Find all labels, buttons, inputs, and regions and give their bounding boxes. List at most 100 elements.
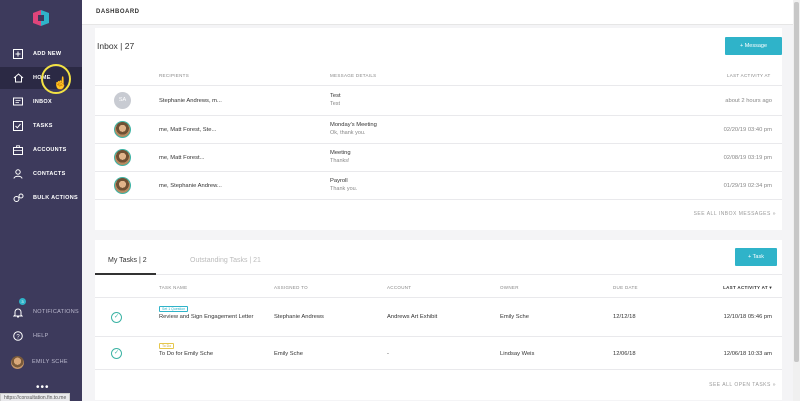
person-icon [11,167,25,181]
column-header: MESSAGE DETAILS [330,73,377,78]
sidebar-item-bulk-actions[interactable]: BULK ACTIONS [0,187,82,209]
recipients: me, Matt Forest... [159,155,205,161]
sidebar-item-notifications[interactable]: 3 NOTIFICATIONS [0,298,82,323]
recipients: me, Stephanie Andrew... [159,183,222,189]
see-all-tasks-link[interactable]: SEE ALL OPEN TASKS » [709,382,776,388]
column-header: DUE DATE [613,285,638,290]
sidebar-item-label: NOTIFICATIONS [33,309,79,315]
last-activity: 12/10/18 05:46 pm [723,314,772,320]
last-activity: 12/06/18 10:33 am [723,351,772,357]
plus-square-icon [11,47,25,61]
column-header: RECIPIENTS [159,73,190,78]
task-tag: To Do [159,343,175,349]
active-tab-indicator [95,273,156,275]
message-subject: Test [330,93,341,99]
tab-my-tasks[interactable]: My Tasks | 2 [108,257,147,264]
tasks-card: My Tasks | 2 Outstanding Tasks | 21 + Ta… [95,240,782,400]
task-tag-wrap: Set 1 Question [159,306,189,312]
recipient-avatar [114,121,131,138]
column-header: TASK NAME [159,285,188,290]
top-bar: DASHBOARD [82,0,800,25]
more-icon[interactable]: ••• [36,382,50,393]
hand-cursor-icon: ☝ [53,76,68,90]
message-subject: Monday's Meeting [330,122,377,128]
column-header: ACCOUNT [387,285,412,290]
home-icon [11,71,25,85]
task-complete-checkbox[interactable]: ✓ [111,348,122,359]
assigned-to: Emily Sche [274,351,303,357]
sidebar-item-inbox[interactable]: INBOX [0,91,82,113]
task-row[interactable]: ✓ Set 1 Question Review and Sign Engagem… [95,297,782,336]
message-preview: Thanks! [330,158,350,164]
bell-icon [11,305,25,319]
scrollbar-thumb[interactable] [794,2,799,362]
sidebar-item-help[interactable]: ? HELP [0,325,82,347]
inbox-row[interactable]: me, Matt Forest, Ste... Monday's Meeting… [95,115,782,143]
user-avatar [11,355,24,369]
task-tag-wrap: To Do [159,343,175,349]
task-name[interactable]: Review and Sign Engagement Letter [159,314,253,320]
due-date: 12/12/18 [613,314,636,320]
new-task-button[interactable]: + Task [735,248,777,266]
user-name: EMILY SCHE [32,359,68,365]
column-header: LAST ACTIVITY AT [727,73,771,78]
checkbox-icon [11,119,25,133]
briefcase-icon [11,143,25,157]
inbox-row[interactable]: SA Stephanie Andrews, m... Test Test abo… [95,85,782,115]
assigned-to: Stephanie Andrews [274,314,324,320]
owner: Emily Sche [500,314,529,320]
tab-outstanding-tasks[interactable]: Outstanding Tasks | 21 [190,257,261,264]
column-header: OWNER [500,285,519,290]
task-row[interactable]: ✓ To Do To Do for Emily Sche Emily Sche … [95,336,782,370]
sidebar-item-user[interactable]: EMILY SCHE [0,351,82,373]
help-icon: ? [11,329,25,343]
sidebar: ADD NEW HOME INBOX TASKS ACCOUNTS CONTAC… [0,0,82,401]
new-message-button[interactable]: + Message [725,37,782,55]
sidebar-item-tasks[interactable]: TASKS [0,115,82,137]
sidebar-item-label: CONTACTS [33,171,66,177]
recipient-avatar: SA [114,92,131,109]
task-complete-checkbox[interactable]: ✓ [111,312,122,323]
last-activity: 02/20/19 03:40 pm [723,127,772,133]
last-activity: about 2 hours ago [725,98,772,104]
sidebar-item-label: HELP [33,333,49,339]
inbox-row[interactable]: me, Matt Forest... Meeting Thanks! 02/08… [95,143,782,171]
message-preview: Thank you. [330,186,358,192]
sidebar-item-label: ACCOUNTS [33,147,67,153]
inbox-row[interactable]: me, Stephanie Andrew... Payroll Thank yo… [95,171,782,200]
account: - [387,351,389,357]
column-header: ASSIGNED TO [274,285,308,290]
notification-count-badge: 3 [19,298,26,305]
gears-icon [11,191,25,205]
last-activity: 02/08/19 03:19 pm [723,155,772,161]
message-preview: Test [330,101,341,107]
task-name[interactable]: To Do for Emily Sche [159,351,213,357]
message-subject: Payroll [330,178,348,184]
recipients: Stephanie Andrews, m... [159,98,222,104]
tab-divider [95,274,782,275]
recipient-avatar [114,149,131,166]
sidebar-item-label: BULK ACTIONS [33,195,78,201]
see-all-inbox-link[interactable]: SEE ALL INBOX MESSAGES » [694,211,776,217]
owner: Lindsay Weis [500,351,535,357]
account: Andrews Art Exhibit [387,314,438,320]
inbox-card: Inbox | 27 + Message RECIPIENTS MESSAGE … [95,28,782,230]
sidebar-item-add-new[interactable]: ADD NEW [0,43,82,65]
recipients: me, Matt Forest, Ste... [159,127,217,133]
inbox-icon [11,95,25,109]
message-subject: Meeting [330,150,351,156]
sidebar-item-label: TASKS [33,123,53,129]
sidebar-item-contacts[interactable]: CONTACTS [0,163,82,185]
inbox-title: Inbox | 27 [97,41,135,51]
app-logo[interactable] [31,9,51,27]
sidebar-item-label: INBOX [33,99,52,105]
last-activity: 01/29/19 02:34 pm [723,183,772,189]
sidebar-item-label: ADD NEW [33,51,62,57]
task-tag: Set 1 Question [159,306,189,312]
status-url: https://consultation.fin.to.me [0,393,71,401]
column-header-sorted[interactable]: LAST ACTIVITY AT ▾ [723,285,772,291]
recipient-avatar [114,177,131,194]
due-date: 12/06/18 [613,351,636,357]
sidebar-item-accounts[interactable]: ACCOUNTS [0,139,82,161]
page-title: DASHBOARD [96,9,140,15]
